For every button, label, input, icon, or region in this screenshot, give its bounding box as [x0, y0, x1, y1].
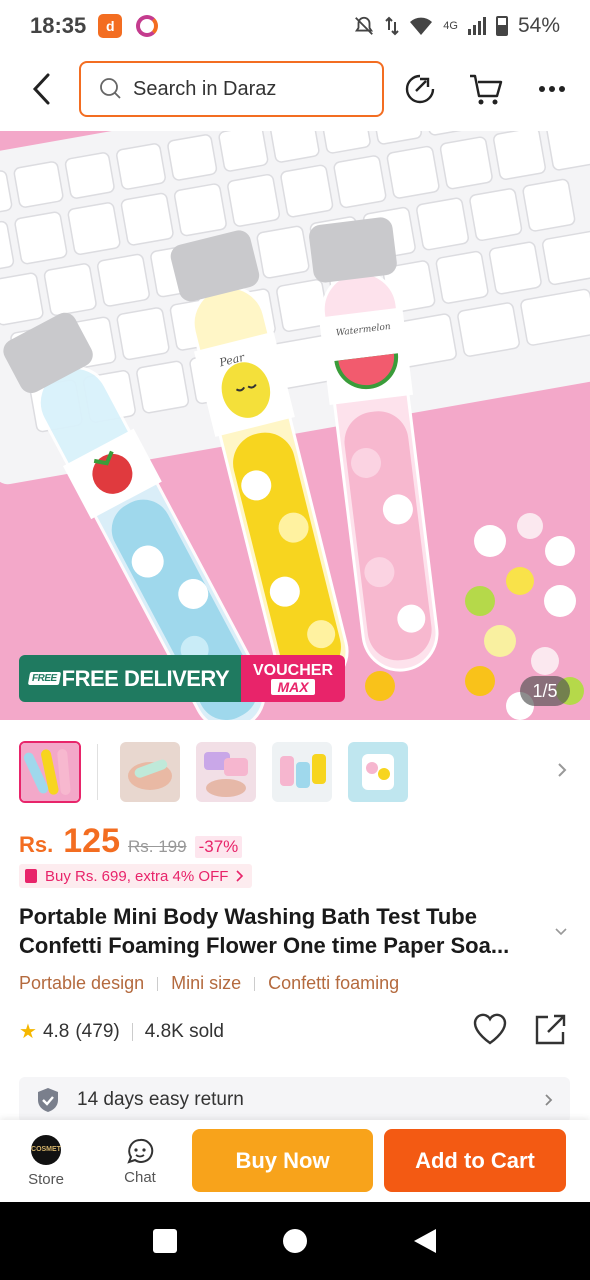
feature-tag: Mini size: [171, 973, 242, 993]
thumbnail-image: [272, 742, 332, 802]
max-text: MAX: [271, 678, 315, 695]
wishlist-button[interactable]: [472, 1012, 510, 1050]
add-to-cart-button[interactable]: Add to Cart: [384, 1129, 566, 1192]
thumbnail[interactable]: [348, 742, 408, 802]
thumbnail-strip: [19, 739, 579, 805]
bottom-action-bar: COSMET Store Chat Buy Now Add to Cart: [0, 1120, 590, 1202]
title-expand-button[interactable]: [554, 924, 568, 942]
chevron-down-icon: [555, 928, 567, 936]
chevron-right-icon: [236, 870, 244, 882]
thumbnail[interactable]: [196, 742, 256, 802]
more-button[interactable]: [532, 69, 572, 109]
recents-button[interactable]: [145, 1221, 185, 1261]
voucher-max-badge: VOUCHER MAX: [241, 655, 345, 702]
battery-icon: [495, 16, 508, 36]
star-icon: ★: [19, 1021, 37, 1043]
back-icon: [32, 73, 50, 105]
feature-tags: Portable design Mini size Confetti foami…: [19, 973, 399, 994]
sold-count: 4.8K sold: [144, 1020, 224, 1042]
search-placeholder: Search in Daraz: [133, 77, 277, 100]
system-navigation-bar: [0, 1202, 590, 1280]
status-bar: 18:35 d 4G 54%: [0, 0, 590, 52]
status-time: 18:35: [30, 13, 87, 38]
battery-percent: 54%: [517, 14, 560, 37]
top-actions: [400, 69, 572, 109]
free-delivery-banner: FREE FREE DELIVERY VOUCHER MAX: [19, 655, 345, 702]
app-notification-icon: [136, 15, 159, 37]
system-back-button[interactable]: [405, 1221, 445, 1261]
voucher-text: VOUCHER: [252, 661, 333, 679]
price-value: 125: [63, 822, 120, 860]
rating-row[interactable]: ★ 4.8 (479) 4.8K sold: [19, 1019, 224, 1044]
cart-icon: [470, 74, 503, 105]
share-button[interactable]: [400, 69, 440, 109]
thumbnail-next-button[interactable]: [557, 762, 567, 783]
price-row: Rs. 125 Rs. 199 -37%: [19, 822, 243, 861]
thumbnail-image: [120, 742, 180, 802]
network-type: 4G: [443, 20, 458, 32]
thumbnail-image: [21, 743, 79, 801]
feature-tag: Confetti foaming: [268, 973, 400, 993]
image-page-indicator: 1/5: [520, 676, 570, 706]
more-icon: [539, 86, 565, 92]
store-logo: COSMET: [31, 1134, 61, 1165]
top-bar: Search in Daraz: [0, 56, 590, 122]
product-image: Pear Watermelon: [0, 131, 590, 720]
free-delivery-badge: FREE FREE DELIVERY: [19, 655, 241, 702]
bulk-discount-text: Buy Rs. 699, extra 4% OFF: [45, 867, 229, 885]
status-indicators: 4G 54%: [353, 14, 560, 38]
review-count: (479): [75, 1020, 120, 1042]
chat-button[interactable]: Chat: [92, 1137, 188, 1186]
share-icon: [405, 74, 435, 104]
store-button[interactable]: COSMET Store: [0, 1134, 92, 1188]
triangle-back-icon: [414, 1229, 436, 1253]
mute-icon: [355, 16, 374, 35]
daraz-app-icon: d: [98, 14, 123, 38]
heart-icon: [473, 1013, 507, 1045]
search-icon: [100, 78, 121, 99]
product-title: Portable Mini Body Washing Bath Test Tub…: [19, 904, 510, 958]
store-label: Store: [28, 1170, 64, 1188]
cart-button[interactable]: [466, 69, 506, 109]
chat-label: Chat: [124, 1168, 156, 1186]
shield-icon: [38, 1088, 58, 1112]
chat-icon: [127, 1138, 154, 1164]
return-policy-row[interactable]: 14 days easy return: [19, 1077, 570, 1123]
data-arrows-icon: [385, 16, 399, 36]
original-price: Rs. 199: [127, 837, 187, 856]
thumbnail-image: [196, 742, 256, 802]
thumbnail-divider: [97, 744, 98, 800]
tag-divider: [254, 976, 256, 991]
bulk-discount-chip[interactable]: Buy Rs. 699, extra 4% OFF: [19, 864, 253, 888]
chevron-right-icon: [545, 1094, 553, 1106]
rating-value: 4.8: [42, 1020, 70, 1042]
feature-tag: Portable design: [19, 973, 145, 993]
thumbnail[interactable]: [272, 742, 332, 802]
signal-icon: [467, 17, 486, 35]
wifi-icon: [410, 17, 433, 35]
thumbnail[interactable]: [19, 741, 81, 803]
home-icon: [283, 1229, 307, 1253]
search-input[interactable]: Search in Daraz: [79, 61, 384, 117]
recents-icon: [153, 1229, 177, 1253]
rating-divider: [131, 1022, 133, 1041]
return-policy-text: 14 days easy return: [77, 1089, 244, 1110]
product-image-gallery[interactable]: Pear Watermelon: [0, 131, 590, 720]
free-delivery-text: FREE DELIVERY: [61, 665, 230, 691]
external-share-icon: [535, 1014, 566, 1045]
home-button[interactable]: [275, 1221, 315, 1261]
share-product-button[interactable]: [532, 1012, 570, 1050]
thumbnail[interactable]: [120, 742, 180, 802]
voucher-icon: [25, 869, 37, 883]
discount-badge: -37%: [194, 836, 243, 858]
buy-now-button[interactable]: Buy Now: [192, 1129, 373, 1192]
chevron-right-icon: [558, 762, 567, 777]
thumbnail-image: [348, 742, 408, 802]
price-currency: Rs.: [19, 832, 54, 857]
tag-divider: [157, 976, 159, 991]
back-button[interactable]: [12, 59, 72, 119]
